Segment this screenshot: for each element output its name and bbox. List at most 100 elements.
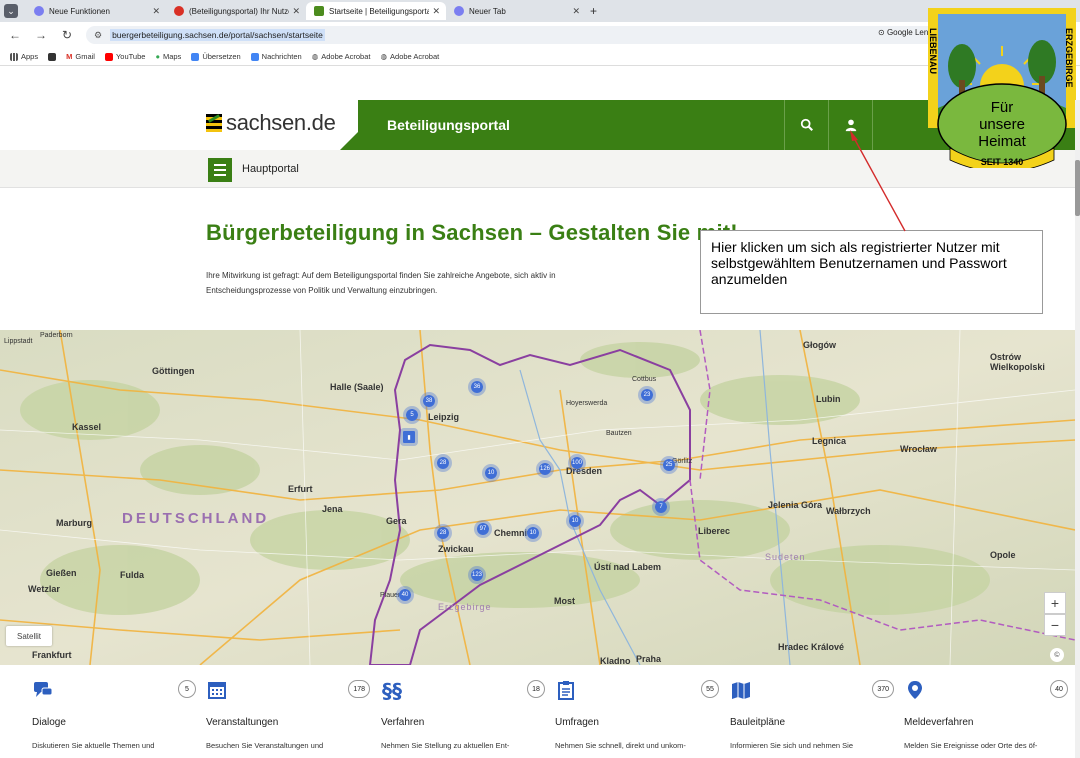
tab-favicon-icon <box>314 6 324 16</box>
site-header: sachsen.de Beteiligungsportal <box>0 100 1080 150</box>
map-icon: ▮ <box>407 434 411 441</box>
reload-icon[interactable]: ↻ <box>60 28 74 42</box>
google-lens-button[interactable]: ⊙ Google Lens <box>878 28 932 37</box>
map-cluster-marker[interactable]: 23 <box>638 386 656 404</box>
map-cluster-marker[interactable]: 28 <box>434 524 452 542</box>
map-city-label: Halle (Saale) <box>330 382 384 392</box>
zoom-in-button[interactable]: + <box>1044 592 1066 614</box>
browser-tab-strip: ⌄ Neue Funktionen ✕ (Beteiligungsportal)… <box>0 0 1080 22</box>
map-copyright-button[interactable]: © <box>1050 648 1064 662</box>
tab-close-icon[interactable]: ✕ <box>292 6 300 17</box>
tab-close-icon[interactable]: ✕ <box>432 6 440 17</box>
map-city-label: Lippstadt <box>4 338 33 345</box>
category-description: Melden Sie Ereignisse oder Orte des öf- <box>904 741 1038 750</box>
map-cluster-marker[interactable]: 100 <box>568 454 586 472</box>
map-city-label: Most <box>554 596 575 606</box>
clipboard-icon <box>558 681 574 700</box>
tab-title: (Beteiligungsportal) Ihr Nutzer <box>189 6 289 16</box>
tab-favicon-icon <box>174 6 184 16</box>
map-city-label: Frankfurt <box>32 650 72 660</box>
category-count: 5 <box>178 680 196 698</box>
bookmark-news[interactable]: Nachrichten <box>250 52 302 61</box>
tab-search-icon[interactable]: ⌄ <box>4 4 18 18</box>
map-cluster-marker[interactable]: 10 <box>482 464 500 482</box>
satellite-toggle-button[interactable]: Satellit <box>6 626 52 646</box>
back-arrow-icon[interactable]: ← <box>8 28 22 42</box>
url-input[interactable]: ⚙ buergerbeteiligung.sachsen.de/portal/s… <box>86 26 946 44</box>
category-count: 40 <box>1050 680 1068 698</box>
bookmark-maps[interactable]: ● Maps <box>155 52 181 61</box>
browser-tab[interactable]: Neuer Tab ✕ <box>446 2 586 20</box>
category-bauleitplaene[interactable]: 370 Bauleitpläne Informieren Sie sich un… <box>730 665 900 758</box>
bookmark-gmail[interactable]: M Gmail <box>66 52 95 61</box>
menu-burger-icon[interactable] <box>208 158 232 182</box>
category-name: Umfragen <box>555 717 599 728</box>
tab-favicon-icon <box>34 6 44 16</box>
category-name: Bauleitpläne <box>730 717 786 728</box>
subnav-bar: Hauptportal <box>0 150 1080 188</box>
category-name: Meldeverfahren <box>904 717 974 728</box>
map-city-label: Hoyerswerda <box>566 400 608 407</box>
category-name: Dialoge <box>32 717 66 728</box>
map-cluster-marker[interactable]: 126 <box>536 460 554 478</box>
category-veranstaltungen[interactable]: 178 Veranstaltungen Besuchen Sie Veranst… <box>206 665 376 758</box>
region-label: Sudeten <box>765 552 806 562</box>
map-cluster-marker[interactable]: 36 <box>468 378 486 396</box>
map-city-label: Lubin <box>816 394 841 404</box>
bookmark-grid[interactable] <box>48 52 57 61</box>
map-city-label: Ostrów Wielkopolski <box>990 352 1045 372</box>
map-cluster-marker[interactable]: 25 <box>660 456 678 474</box>
map-cluster-marker[interactable]: 97 <box>474 520 492 538</box>
map-cluster-marker[interactable]: 7 <box>652 498 670 516</box>
map-cluster-marker[interactable]: 40 <box>396 586 414 604</box>
new-tab-icon[interactable]: + <box>590 4 597 18</box>
portal-title[interactable]: Beteiligungsportal <box>387 117 510 133</box>
map-city-label: Wałbrzych <box>826 506 871 516</box>
page-scrollbar-thumb[interactable] <box>1075 160 1080 216</box>
map-city-label: Paderborn <box>40 332 73 339</box>
category-umfragen[interactable]: 55 Umfragen Nehmen Sie schnell, direkt u… <box>555 665 725 758</box>
map-city-label: Ústí nad Labem <box>594 562 662 572</box>
browser-tab[interactable]: Neue Funktionen ✕ <box>26 2 166 20</box>
bookmark-adobe-1[interactable]: ◍ Adobe Acrobat <box>312 52 371 61</box>
site-info-icon[interactable]: ⚙ <box>94 30 102 41</box>
browser-tab-active[interactable]: Startseite | Beteiligungsportal S ✕ <box>306 2 446 20</box>
bookmark-adobe-2[interactable]: ◍ Adobe Acrobat <box>380 52 439 61</box>
map-city-label: Jena <box>322 504 343 514</box>
map-cluster-marker[interactable]: 123 <box>468 566 486 584</box>
forward-arrow-icon[interactable]: → <box>34 28 48 42</box>
map-city-label: Göttingen <box>152 366 195 376</box>
category-count: 178 <box>348 680 370 698</box>
hauptportal-link[interactable]: Hauptportal <box>242 163 299 175</box>
bookmark-apps[interactable]: Apps <box>10 52 38 61</box>
map-cluster-marker[interactable]: 38 <box>420 392 438 410</box>
bookmarks-bar: Apps M Gmail YouTube ● Maps Übersetzen Nac… <box>0 48 1080 66</box>
map-bauleit-marker[interactable]: ▮ <box>400 428 418 446</box>
header-extra-button[interactable] <box>872 100 916 150</box>
calendar-icon <box>208 682 226 699</box>
bookmark-youtube[interactable]: YouTube <box>104 52 145 61</box>
badge-right-text: ERZGEBIRGE <box>1064 28 1074 88</box>
bookmark-translate[interactable]: Übersetzen <box>191 52 241 61</box>
tab-close-icon[interactable]: ✕ <box>572 6 580 17</box>
badge-motto-line: Für <box>991 99 1014 116</box>
sachsen-logo[interactable]: sachsen.de <box>206 110 336 136</box>
login-button[interactable] <box>828 100 872 150</box>
category-verfahren[interactable]: §§ 18 Verfahren Nehmen Sie Stellung zu a… <box>381 665 551 758</box>
map-cluster-marker[interactable]: 10 <box>524 524 542 542</box>
tab-title: Neuer Tab <box>469 6 506 16</box>
browser-tab[interactable]: (Beteiligungsportal) Ihr Nutzer ✕ <box>166 2 306 20</box>
participation-map[interactable]: DEUTSCHLAND Sudeten Erzgebirge Paderborn… <box>0 330 1075 665</box>
map-cluster-marker[interactable]: 28 <box>434 454 452 472</box>
map-city-label: Głogów <box>803 340 836 350</box>
tab-favicon-icon <box>454 6 464 16</box>
map-cluster-marker[interactable]: 10 <box>566 512 584 530</box>
lens-icon: ⊙ <box>878 28 885 37</box>
search-button[interactable] <box>784 100 828 150</box>
category-meldeverfahren[interactable]: 40 Meldeverfahren Melden Sie Ereignisse … <box>904 665 1074 758</box>
map-cluster-marker[interactable]: 5 <box>403 406 421 424</box>
zoom-out-button[interactable]: − <box>1044 614 1066 636</box>
category-count: 370 <box>872 680 894 698</box>
category-dialoge[interactable]: 5 Dialoge Diskutieren Sie aktuelle Theme… <box>32 665 202 758</box>
tab-close-icon[interactable]: ✕ <box>152 6 160 17</box>
